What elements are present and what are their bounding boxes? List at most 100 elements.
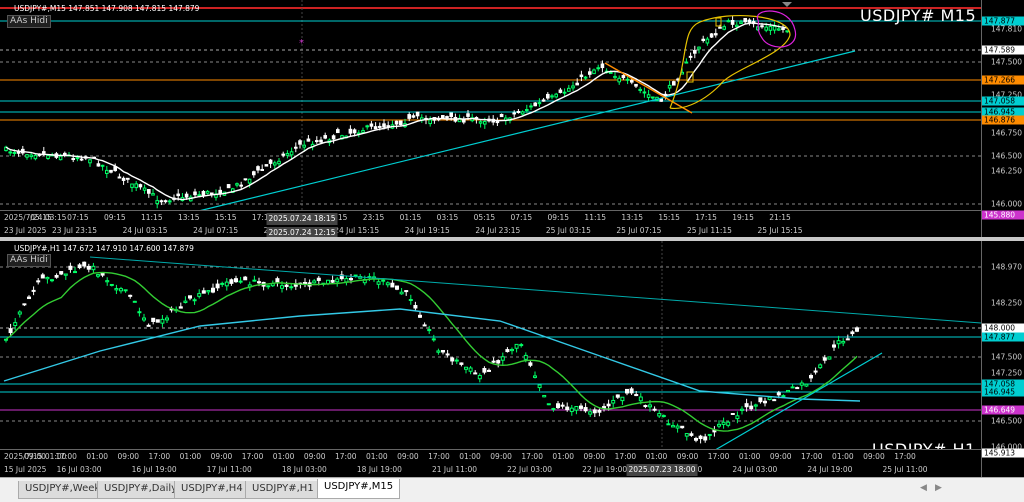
candle: [298, 140, 302, 145]
candle: [88, 159, 92, 164]
chart-h1[interactable]: USDJPY#,H1 147.672 147.910 147.600 147.8…: [0, 241, 1024, 477]
time-tick: 17:00: [614, 452, 637, 461]
chart-m15[interactable]: * USDJPY#,M15 147.851 147.908 147.815 14…: [0, 0, 1024, 237]
tab-scroll-right-icon[interactable]: ▶: [935, 483, 942, 493]
candle: [445, 116, 449, 119]
h1-price-axis[interactable]: 148.970 148.250 147.500 147.250 146.500 …: [981, 241, 1024, 477]
candle: [130, 183, 134, 188]
price-tag-white: 148.000: [982, 323, 1024, 333]
price-tick: 147.250: [990, 368, 1022, 378]
candle: [666, 423, 671, 426]
candle: [714, 33, 718, 36]
date-tick: 18 Jul 03:00: [281, 465, 327, 474]
candle: [226, 184, 231, 189]
candle: [58, 155, 63, 161]
candle: [394, 120, 399, 125]
candle: [541, 99, 546, 102]
candle: [399, 291, 404, 295]
candle: [201, 191, 206, 196]
candle: [252, 279, 257, 282]
time-tick: 05:15: [473, 213, 496, 222]
candle: [505, 349, 510, 353]
candle: [520, 111, 525, 115]
h1-plot-area[interactable]: [0, 241, 981, 477]
candle: [499, 113, 504, 118]
time-tick: 01:00: [832, 452, 854, 461]
candle: [234, 278, 238, 283]
candle: [155, 319, 160, 323]
price-tick: 146.750: [990, 128, 1022, 138]
candle: [449, 112, 453, 118]
time-tick: 09:00: [769, 452, 792, 461]
candle: [71, 158, 76, 161]
chart-tab-bar: USDJPY#,Weekly USDJPY#,Daily USDJPY#,H4 …: [0, 477, 1024, 502]
candle: [275, 278, 280, 283]
candle: [529, 105, 533, 108]
candle: [749, 405, 754, 410]
price-tag-cyan: 147.877: [982, 332, 1024, 342]
candle: [335, 278, 340, 283]
candle: [100, 164, 105, 167]
candle: [31, 289, 36, 292]
candle: [268, 159, 273, 164]
candle: [235, 183, 239, 186]
date-tick: 24 Jul 07:15: [193, 226, 239, 235]
time-tick: 19:15: [732, 213, 754, 222]
tab-h1[interactable]: USDJPY#,H1: [245, 481, 321, 499]
candle: [159, 200, 164, 203]
candle: [516, 111, 521, 114]
date-tick: 25 Jul 03:15: [545, 226, 591, 235]
price-tag-orange: 147.266: [982, 75, 1024, 85]
candle: [8, 328, 13, 334]
candle: [744, 403, 749, 408]
candle: [832, 344, 836, 348]
time-tick: 17:00: [800, 452, 823, 461]
candle: [256, 166, 260, 171]
candle: [496, 360, 501, 364]
price-tag-cyan: 147.877: [982, 16, 1024, 26]
date-tick: 23 Jul 2025: [4, 226, 47, 235]
candle: [763, 400, 767, 404]
candle: [620, 396, 625, 402]
h1-ashidi-label[interactable]: AAs Hidi: [7, 254, 51, 267]
candle: [151, 193, 155, 196]
time-tick: 01:00: [738, 452, 761, 461]
candle: [289, 286, 294, 289]
tab-h4[interactable]: USDJPY#,H4: [174, 481, 250, 499]
candle: [142, 317, 146, 321]
m15-ashidi-label[interactable]: AAs Hidi: [7, 15, 51, 28]
candle: [718, 26, 722, 29]
candle: [845, 338, 850, 341]
m15-plot-area[interactable]: *: [0, 0, 981, 237]
price-tag-cyan: 147.058: [982, 96, 1024, 106]
h1-time-axis[interactable]: 2025/7/15 01:00 09:00 17:00 01:00 09:00 17:00…: [0, 449, 981, 477]
candle: [629, 388, 634, 394]
date-tick: 18 Jul 19:00: [356, 465, 402, 474]
candle: [86, 265, 91, 270]
tab-daily[interactable]: USDJPY#,Daily: [97, 481, 185, 499]
tab-scroll-left-icon[interactable]: ◀: [920, 483, 927, 493]
m15-time-axis[interactable]: 2025/7/24 03:15 05:15 07:15 09:15 11:15 13:15…: [0, 210, 981, 237]
candle: [54, 274, 59, 278]
candle: [336, 129, 340, 134]
candle: [109, 169, 113, 173]
candle: [588, 71, 592, 75]
candle: [331, 135, 336, 140]
candle: [147, 189, 151, 194]
candle: [188, 295, 192, 299]
m15-price-axis[interactable]: 147.810 147.500 147.250 146.750 146.500 …: [981, 0, 1024, 237]
candle: [743, 17, 748, 23]
crosshair-time-highlight: 2025.07.24 18:15: [266, 213, 338, 225]
candle: [224, 281, 229, 287]
time-tick: 09:00: [303, 452, 326, 461]
time-tick: 01:00: [179, 452, 202, 461]
candle: [114, 288, 119, 291]
candle: [211, 287, 215, 293]
date-tick: 24 Jul 15:15: [334, 226, 380, 235]
candle: [454, 359, 459, 362]
candle: [365, 125, 369, 128]
time-tick: 09:15: [547, 213, 570, 222]
candle: [546, 93, 550, 99]
candle: [128, 294, 133, 297]
tab-m15[interactable]: USDJPY#,M15: [317, 479, 401, 499]
